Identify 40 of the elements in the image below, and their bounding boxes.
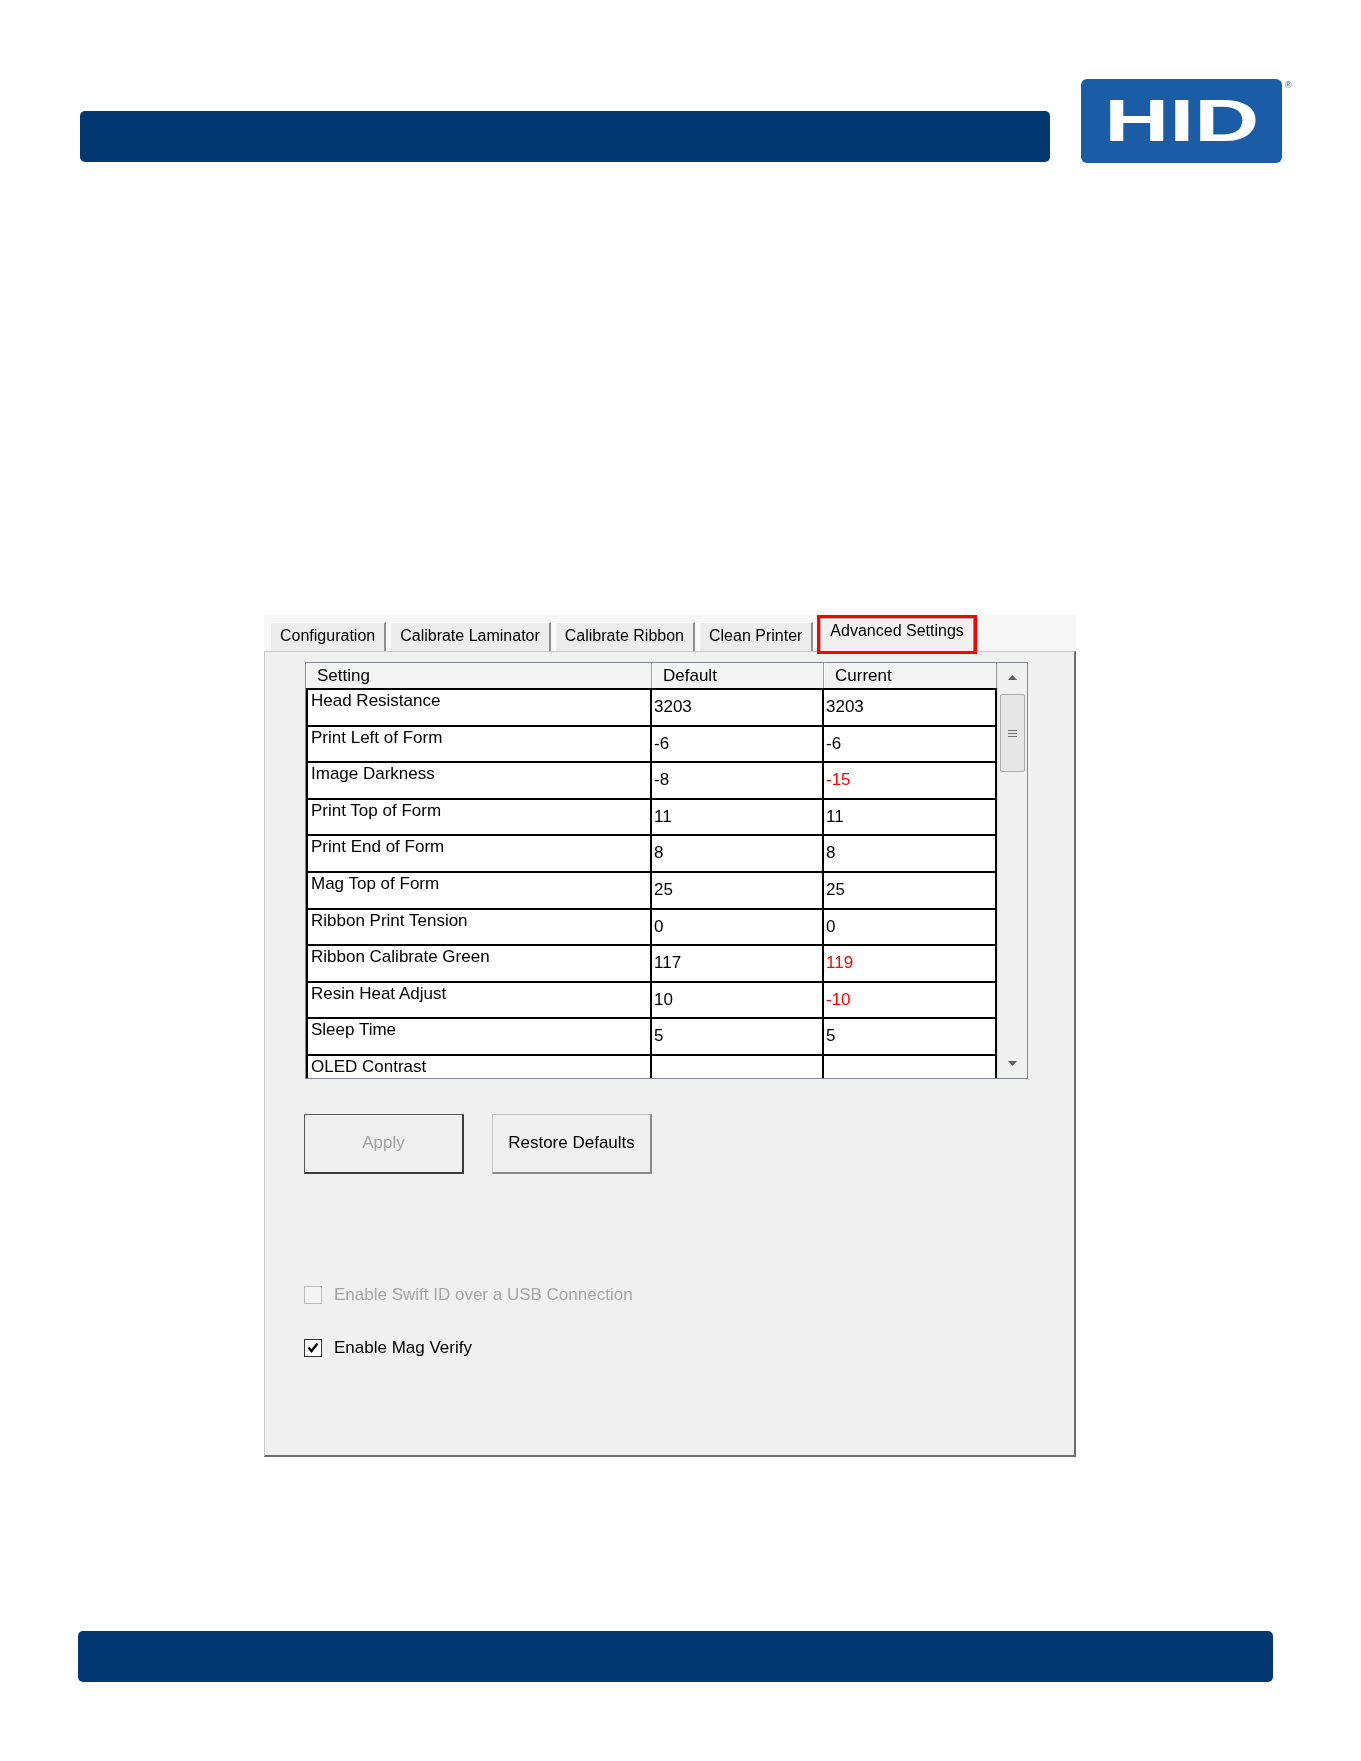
table-cell: Resin Heat Adjust <box>306 982 652 1018</box>
caret-down-icon <box>1008 1061 1017 1067</box>
table-cell: Image Darkness <box>306 763 652 798</box>
column-header[interactable]: Setting <box>306 663 652 688</box>
scrollbar[interactable] <box>997 663 1027 1078</box>
table-cell: Ribbon Calibrate Green <box>306 946 652 981</box>
tab[interactable]: Calibrate Laminator <box>390 622 551 651</box>
table-cell: Print Top of Form <box>306 799 652 835</box>
checkbox-label[interactable]: Enable Mag Verify <box>334 1337 472 1358</box>
tab[interactable]: Advanced Settings <box>820 618 974 651</box>
table-cell: 10 <box>652 982 824 1018</box>
caret-up-icon <box>1008 674 1017 680</box>
logo: HID <box>1081 79 1282 163</box>
registered-mark: ® <box>1285 81 1292 90</box>
grip-icon <box>1008 729 1017 737</box>
tab[interactable]: Configuration <box>270 622 387 651</box>
table-cell: 5 <box>652 1019 824 1054</box>
table-cell: Sleep Time <box>306 1019 652 1054</box>
table-cell: -6 <box>652 726 824 762</box>
tab[interactable]: Calibrate Ribbon <box>554 622 695 651</box>
table-cell: Print End of Form <box>306 836 652 871</box>
button[interactable]: Restore Defaults <box>492 1113 652 1174</box>
table-cell: OLED Contrast <box>306 1055 652 1078</box>
column-header[interactable]: Default <box>652 663 824 688</box>
table-cell: 11 <box>652 799 824 835</box>
table-cell: Print Left of Form <box>306 726 652 762</box>
table-cell: 25 <box>652 872 824 908</box>
column-header[interactable]: Current <box>824 663 997 688</box>
scroll-thumb[interactable] <box>1000 694 1025 772</box>
checkbox[interactable] <box>304 1338 322 1357</box>
table-cell: 8 <box>652 836 824 871</box>
table-cell: Ribbon Print Tension <box>306 909 652 945</box>
table-cell: 117 <box>652 946 824 981</box>
table-cell: Head Resistance <box>306 690 652 725</box>
table-cell: 0 <box>652 909 824 945</box>
check-icon <box>307 1342 319 1354</box>
table-cell: Mag Top of Form <box>306 872 652 908</box>
table-cell: -8 <box>652 763 824 798</box>
table-cell: 3203 <box>652 690 824 725</box>
tab[interactable]: Clean Printer <box>699 622 814 651</box>
